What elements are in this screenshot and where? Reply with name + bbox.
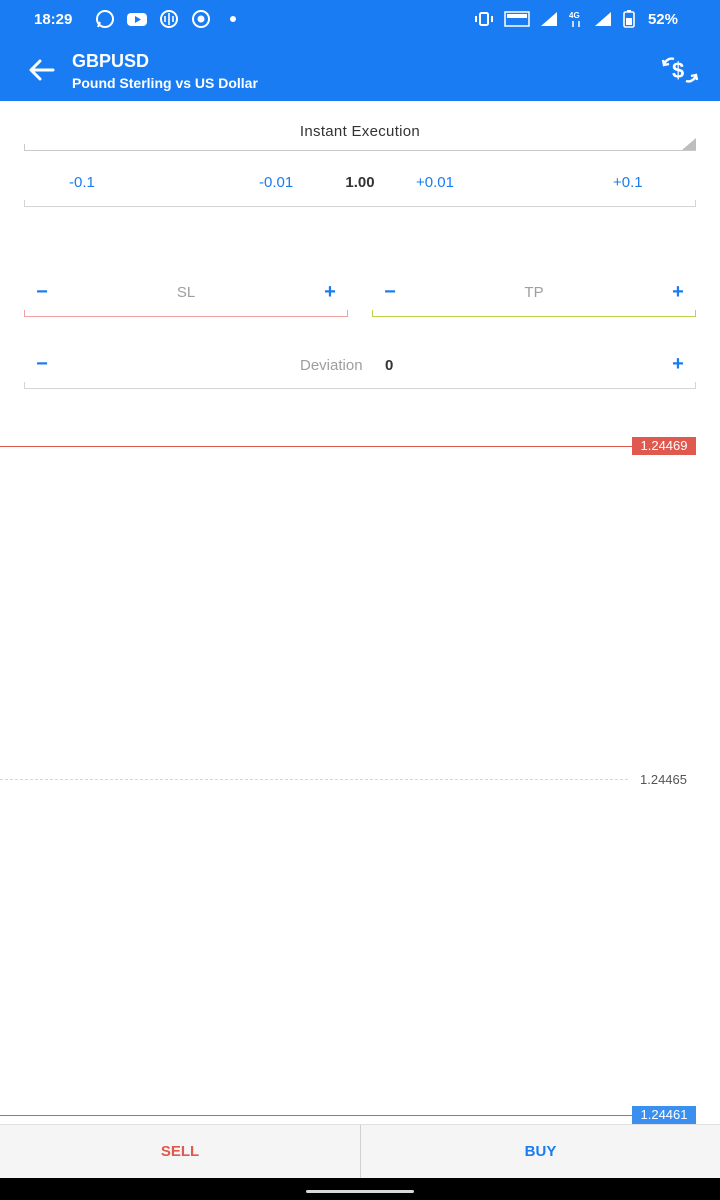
take-profit-field[interactable]: − TP +: [372, 274, 696, 317]
signal-icon: [541, 12, 557, 26]
screen-record-icon: [192, 10, 210, 28]
status-time: 18:29: [34, 11, 73, 28]
battery-percentage: 52%: [647, 11, 678, 28]
volte-icon: [504, 11, 530, 27]
arrow-left-icon[interactable]: [27, 57, 57, 83]
order-type-selector[interactable]: Instant Execution: [24, 112, 696, 151]
tp-increase-button[interactable]: +: [666, 280, 690, 304]
stop-loss-field[interactable]: − SL +: [24, 274, 348, 317]
buy-button[interactable]: BUY: [360, 1125, 720, 1179]
volume-value[interactable]: 1.00: [336, 174, 384, 191]
bid-price-line: [0, 1115, 632, 1116]
order-action-bar: SELL BUY: [0, 1124, 720, 1179]
sl-decrease-button[interactable]: −: [30, 280, 54, 304]
status-left-icons: [94, 9, 244, 29]
bid-price-tag: 1.24461: [632, 1106, 696, 1124]
status-right-icons: 4G: [473, 10, 636, 28]
mid-price-line: [0, 779, 628, 780]
mid-price-label: 1.24465: [640, 772, 687, 787]
deviation-value: 0: [385, 357, 394, 374]
sl-increase-button[interactable]: +: [318, 280, 342, 304]
youtube-icon: [127, 13, 147, 26]
vibrate-icon: [475, 12, 493, 26]
trade-screen: 18:29 4G 52% GBPUSD Pound Sterling vs US…: [0, 0, 720, 1200]
app-icon: [160, 10, 178, 28]
order-type-label: Instant Execution: [299, 123, 421, 140]
4g-icon: 4G: [569, 11, 580, 27]
symbol-description: Pound Sterling vs US Dollar: [72, 75, 258, 91]
deviation-field[interactable]: − Deviation 0 +: [24, 346, 696, 389]
currency-exchange-icon[interactable]: $: [660, 54, 700, 86]
svg-text:$: $: [672, 58, 684, 83]
deviation-increase-button[interactable]: +: [666, 352, 690, 376]
volume-decrease-small-button[interactable]: -0.01: [259, 174, 293, 191]
sell-button[interactable]: SELL: [0, 1125, 360, 1179]
volume-increase-small-button[interactable]: +0.01: [416, 174, 454, 191]
tp-placeholder: TP: [524, 284, 544, 301]
sl-placeholder: SL: [176, 284, 196, 301]
volume-row: -0.1 -0.01 1.00 +0.01 +0.1: [24, 164, 696, 207]
ask-price-tag: 1.24469: [632, 437, 696, 455]
dot-icon: [230, 16, 236, 22]
deviation-label: Deviation: [300, 357, 363, 374]
status-bar: 18:29 4G 52%: [0, 0, 720, 40]
home-indicator[interactable]: [306, 1190, 414, 1193]
signal-icon: [595, 12, 611, 26]
deviation-decrease-button[interactable]: −: [30, 352, 54, 376]
tp-decrease-button[interactable]: −: [378, 280, 402, 304]
volume-increase-large-button[interactable]: +0.1: [613, 174, 643, 191]
dropdown-triangle-icon: [682, 138, 696, 150]
ask-price-line: [0, 446, 632, 447]
symbol-title: GBPUSD: [72, 51, 150, 71]
battery-icon: [623, 10, 635, 28]
svg-text:4G: 4G: [569, 11, 580, 20]
volume-decrease-large-button[interactable]: -0.1: [69, 174, 95, 191]
whatsapp-icon: [96, 10, 114, 28]
system-nav-bar: [0, 1178, 720, 1200]
app-bar: GBPUSD Pound Sterling vs US Dollar $: [0, 40, 720, 101]
